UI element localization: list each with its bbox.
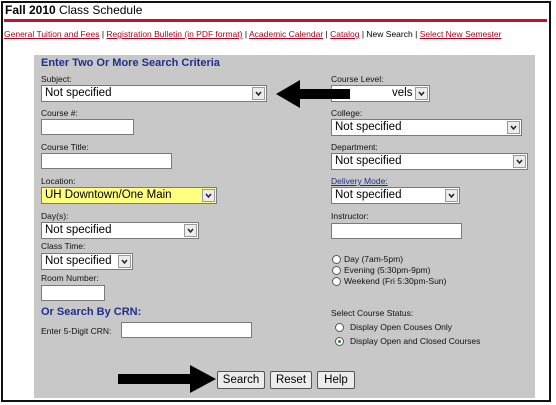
department-label: Department:: [331, 142, 378, 152]
chevron-down-icon: [184, 224, 197, 237]
subject-select[interactable]: Not specified: [41, 85, 267, 102]
days-select[interactable]: Not specified: [41, 222, 199, 239]
room-number-label: Room Number:: [41, 273, 99, 283]
catalog-link[interactable]: Catalog: [330, 29, 359, 39]
nav-links: General Tuition and Fees | Registration …: [4, 29, 502, 39]
page-title-year: Fall 2010: [5, 3, 56, 17]
chevron-down-icon: [507, 121, 520, 134]
course-status-label: Select Course Status:: [331, 308, 414, 318]
page-title: Fall 2010 Class Schedule: [5, 3, 142, 17]
status-radio-open-only-label: Display Open Couses Only: [350, 322, 453, 332]
status-radio-open-only[interactable]: [335, 323, 344, 332]
chevron-down-icon: [513, 155, 526, 168]
time-radio-day-label: Day (7am-5pm): [344, 254, 404, 264]
chevron-down-icon: [252, 87, 265, 100]
location-label: Location:: [41, 176, 76, 186]
page-title-rest: Class Schedule: [59, 3, 143, 17]
bulletin-link[interactable]: Registration Bulletin (in PDF format): [106, 29, 242, 39]
subject-label: Subject:: [41, 74, 72, 84]
class-time-label: Class Time:: [41, 241, 86, 251]
chevron-down-icon: [118, 255, 131, 268]
time-radio-weekend[interactable]: [332, 277, 341, 286]
class-time-select[interactable]: Not specified: [41, 253, 133, 270]
days-label: Day(s):: [41, 211, 69, 221]
criteria-heading: Enter Two Or More Search Criteria: [41, 57, 220, 69]
tuition-link[interactable]: General Tuition and Fees: [4, 29, 99, 39]
instructor-input[interactable]: [331, 223, 462, 239]
search-button[interactable]: Search: [217, 371, 265, 389]
calendar-link[interactable]: Academic Calendar: [249, 29, 323, 39]
college-select[interactable]: Not specified: [331, 119, 522, 136]
new-search-current: New Search: [366, 29, 413, 39]
course-number-input[interactable]: [41, 119, 134, 135]
help-button[interactable]: Help: [317, 371, 355, 389]
instructor-label: Instructor:: [331, 211, 369, 221]
location-select[interactable]: UH Downtown/One Main: [41, 187, 217, 204]
arrow-left-icon: [276, 80, 350, 108]
chevron-down-icon: [415, 87, 428, 100]
course-title-label: Course Title:: [41, 142, 89, 152]
chevron-down-icon: [445, 189, 458, 202]
crn-label: Enter 5-Digit CRN:: [41, 326, 112, 336]
reset-button[interactable]: Reset: [270, 371, 312, 389]
time-radio-weekend-label: Weekend (Fri 5:30pm-Sun): [344, 276, 447, 286]
crn-input[interactable]: [121, 322, 252, 338]
department-select[interactable]: Not specified: [331, 153, 528, 170]
chevron-down-icon: [202, 189, 215, 202]
time-radio-evening[interactable]: [332, 266, 341, 275]
arrow-right-icon: [118, 365, 216, 393]
status-radio-open-closed-label: Display Open and Closed Courses: [350, 336, 481, 346]
time-radio-day[interactable]: [332, 255, 341, 264]
course-number-label: Course #:: [41, 108, 78, 118]
crn-heading: Or Search By CRN:: [41, 306, 142, 318]
status-radio-open-closed[interactable]: [335, 337, 344, 346]
delivery-mode-link[interactable]: Delivery Mode:: [331, 176, 388, 186]
select-new-semester-link[interactable]: Select New Semester: [420, 29, 502, 39]
room-number-input[interactable]: [41, 285, 105, 301]
time-radio-evening-label: Evening (5:30pm-9pm): [344, 265, 431, 275]
title-divider: [4, 19, 547, 22]
delivery-mode-select[interactable]: Not specified: [331, 187, 460, 204]
course-title-input[interactable]: [41, 153, 172, 169]
